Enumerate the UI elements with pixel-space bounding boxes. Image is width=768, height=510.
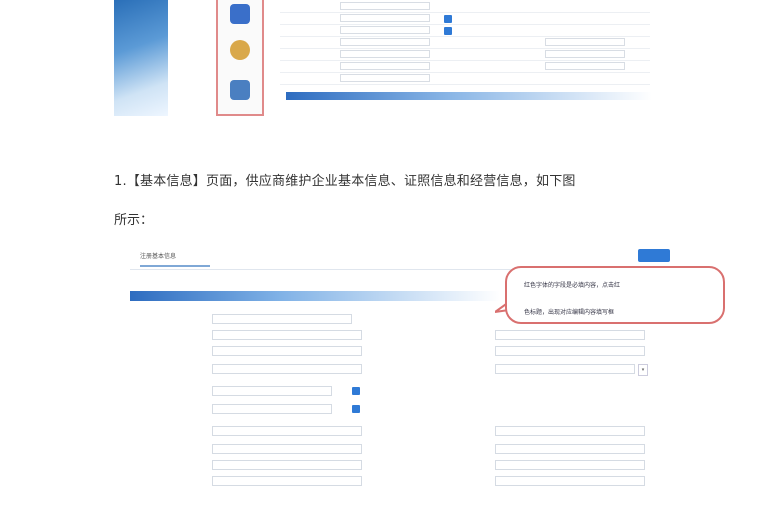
icon-panel (216, 0, 264, 116)
banner-image (114, 0, 168, 116)
field-input[interactable] (212, 314, 352, 324)
field-input[interactable] (495, 460, 645, 470)
top-row-field[interactable] (340, 74, 430, 82)
field-input[interactable] (495, 444, 645, 454)
top-row-field[interactable] (340, 38, 430, 46)
field-input[interactable] (212, 404, 332, 414)
field-input[interactable] (212, 386, 332, 396)
top-row-right-field[interactable] (545, 62, 625, 70)
field-input[interactable] (212, 444, 362, 454)
settings-icon[interactable] (230, 80, 250, 100)
basic-info-form: ▾ (130, 312, 650, 492)
field-input[interactable] (212, 460, 362, 470)
top-form-row (280, 72, 650, 85)
field-input[interactable] (495, 426, 645, 436)
form-row (130, 384, 650, 398)
form-row (130, 344, 650, 358)
tab-basic-info[interactable]: 注册基本信息 (140, 251, 210, 267)
top-row-field[interactable] (340, 2, 430, 10)
form-row (130, 312, 650, 326)
field-input[interactable] (495, 476, 645, 486)
field-input[interactable] (212, 346, 362, 356)
form-row: ▾ (130, 362, 650, 376)
field-input[interactable] (212, 426, 362, 436)
field-input[interactable] (495, 330, 645, 340)
field-input[interactable] (212, 330, 362, 340)
top-row-field[interactable] (340, 62, 430, 70)
checkbox-icon[interactable] (352, 387, 360, 395)
field-input[interactable] (212, 476, 362, 486)
checkbox-icon[interactable] (444, 27, 452, 35)
top-row-field[interactable] (340, 50, 430, 58)
field-input[interactable] (212, 364, 362, 374)
callout-text-line-1: 红色字体的字段是必填内容，点击红 (524, 282, 621, 289)
top-form (280, 0, 650, 92)
form-row (130, 442, 650, 456)
top-section-header (286, 92, 652, 100)
user-icon[interactable] (230, 40, 250, 60)
field-select[interactable] (495, 364, 635, 374)
section-header (130, 291, 500, 301)
top-note (286, 104, 652, 114)
top-row-field[interactable] (340, 26, 430, 34)
checkbox-icon[interactable] (352, 405, 360, 413)
top-row-right-field[interactable] (545, 38, 625, 46)
form-row (130, 328, 650, 342)
save-button[interactable] (638, 249, 670, 262)
top-row-right-field[interactable] (545, 50, 625, 58)
form-row (130, 424, 650, 438)
checkbox-icon[interactable] (444, 15, 452, 23)
instruction-paragraph-cont: 所示： (114, 213, 154, 228)
app-icon[interactable] (230, 4, 250, 24)
top-row-field[interactable] (340, 14, 430, 22)
form-row (130, 402, 650, 416)
instruction-paragraph: 1.【基本信息】页面，供应商维护企业基本信息、证照信息和经营信息，如下图 (114, 174, 576, 189)
form-row (130, 474, 650, 488)
field-input[interactable] (495, 346, 645, 356)
form-row (130, 458, 650, 472)
chevron-down-icon[interactable]: ▾ (638, 364, 648, 376)
